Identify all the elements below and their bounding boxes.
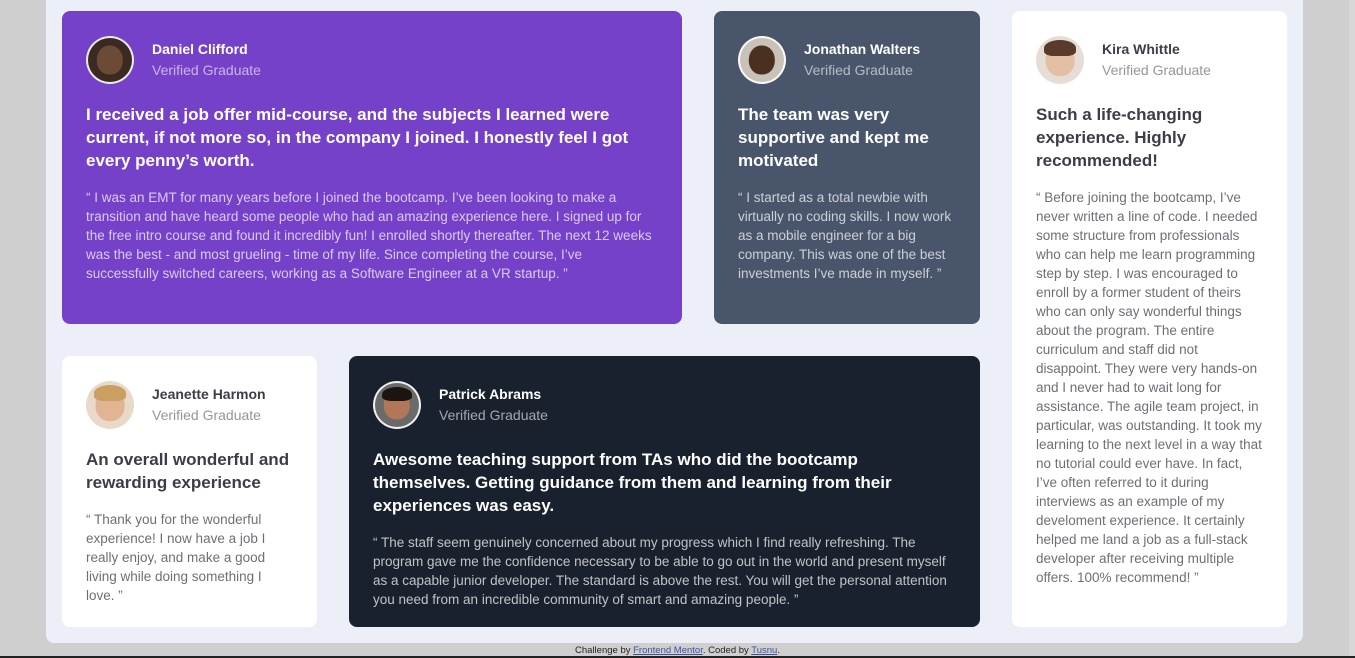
frontend-mentor-link[interactable]: Frontend Mentor bbox=[633, 645, 703, 656]
attribution-middle: . Coded by bbox=[702, 645, 752, 656]
testimonial-card-jonathan: Jonathan Walters Verified Graduate The t… bbox=[714, 11, 980, 324]
author-name: Kira Whittle bbox=[1102, 41, 1180, 57]
avatar bbox=[1036, 36, 1084, 84]
card-header: Jeanette Harmon Verified Graduate bbox=[86, 380, 293, 430]
card-header: Daniel Clifford Verified Graduate bbox=[86, 35, 658, 85]
testimonial-card-jeanette: Jeanette Harmon Verified Graduate An ove… bbox=[62, 356, 317, 627]
card-header: Kira Whittle Verified Graduate bbox=[1036, 35, 1263, 85]
testimonial-headline: An overall wonderful and rewarding exper… bbox=[86, 450, 290, 492]
avatar bbox=[738, 36, 786, 84]
card-header: Jonathan Walters Verified Graduate bbox=[738, 35, 956, 85]
scrollbar[interactable] bbox=[1349, 0, 1355, 658]
author-name: Patrick Abrams bbox=[439, 386, 542, 402]
testimonial-headline: The team was very supportive and kept me… bbox=[738, 105, 929, 170]
testimonial-quote: “ The staff seem genuinely concerned abo… bbox=[373, 535, 947, 607]
author-name: Jeanette Harmon bbox=[152, 386, 266, 402]
testimonial-headline: Such a life-changing experience. Highly … bbox=[1036, 105, 1203, 170]
attribution-suffix: . bbox=[777, 645, 780, 656]
author-name: Daniel Clifford bbox=[152, 41, 248, 57]
author-role: Verified Graduate bbox=[152, 407, 261, 423]
author-name: Jonathan Walters bbox=[804, 41, 921, 57]
testimonial-headline: Awesome teaching support from TAs who di… bbox=[373, 450, 892, 515]
avatar bbox=[86, 381, 134, 429]
author-role: Verified Graduate bbox=[152, 62, 261, 78]
author-role: Verified Graduate bbox=[439, 407, 548, 423]
card-header: Patrick Abrams Verified Graduate bbox=[373, 380, 956, 430]
testimonial-quote: “ Thank you for the wonderful experience… bbox=[86, 512, 266, 603]
avatar bbox=[373, 381, 421, 429]
attribution-prefix: Challenge by bbox=[575, 645, 634, 656]
author-role: Verified Graduate bbox=[804, 62, 913, 78]
author-link[interactable]: Tusnu bbox=[751, 645, 777, 656]
testimonial-quote: “ I was an EMT for many years before I j… bbox=[86, 190, 652, 281]
testimonial-card-daniel: Daniel Clifford Verified Graduate I rece… bbox=[62, 11, 682, 324]
testimonial-headline: I received a job offer mid-course, and t… bbox=[86, 105, 629, 170]
author-role: Verified Graduate bbox=[1102, 62, 1211, 78]
testimonial-quote: “ I started as a total newbie with virtu… bbox=[738, 190, 952, 281]
testimonial-card-patrick: Patrick Abrams Verified Graduate Awesome… bbox=[349, 356, 980, 627]
testimonials-grid: Daniel Clifford Verified Graduate I rece… bbox=[46, 0, 1303, 643]
testimonial-quote: “ Before joining the bootcamp, I’ve neve… bbox=[1036, 190, 1262, 585]
avatar bbox=[86, 36, 134, 84]
testimonial-card-kira: Kira Whittle Verified Graduate Such a li… bbox=[1012, 11, 1287, 627]
